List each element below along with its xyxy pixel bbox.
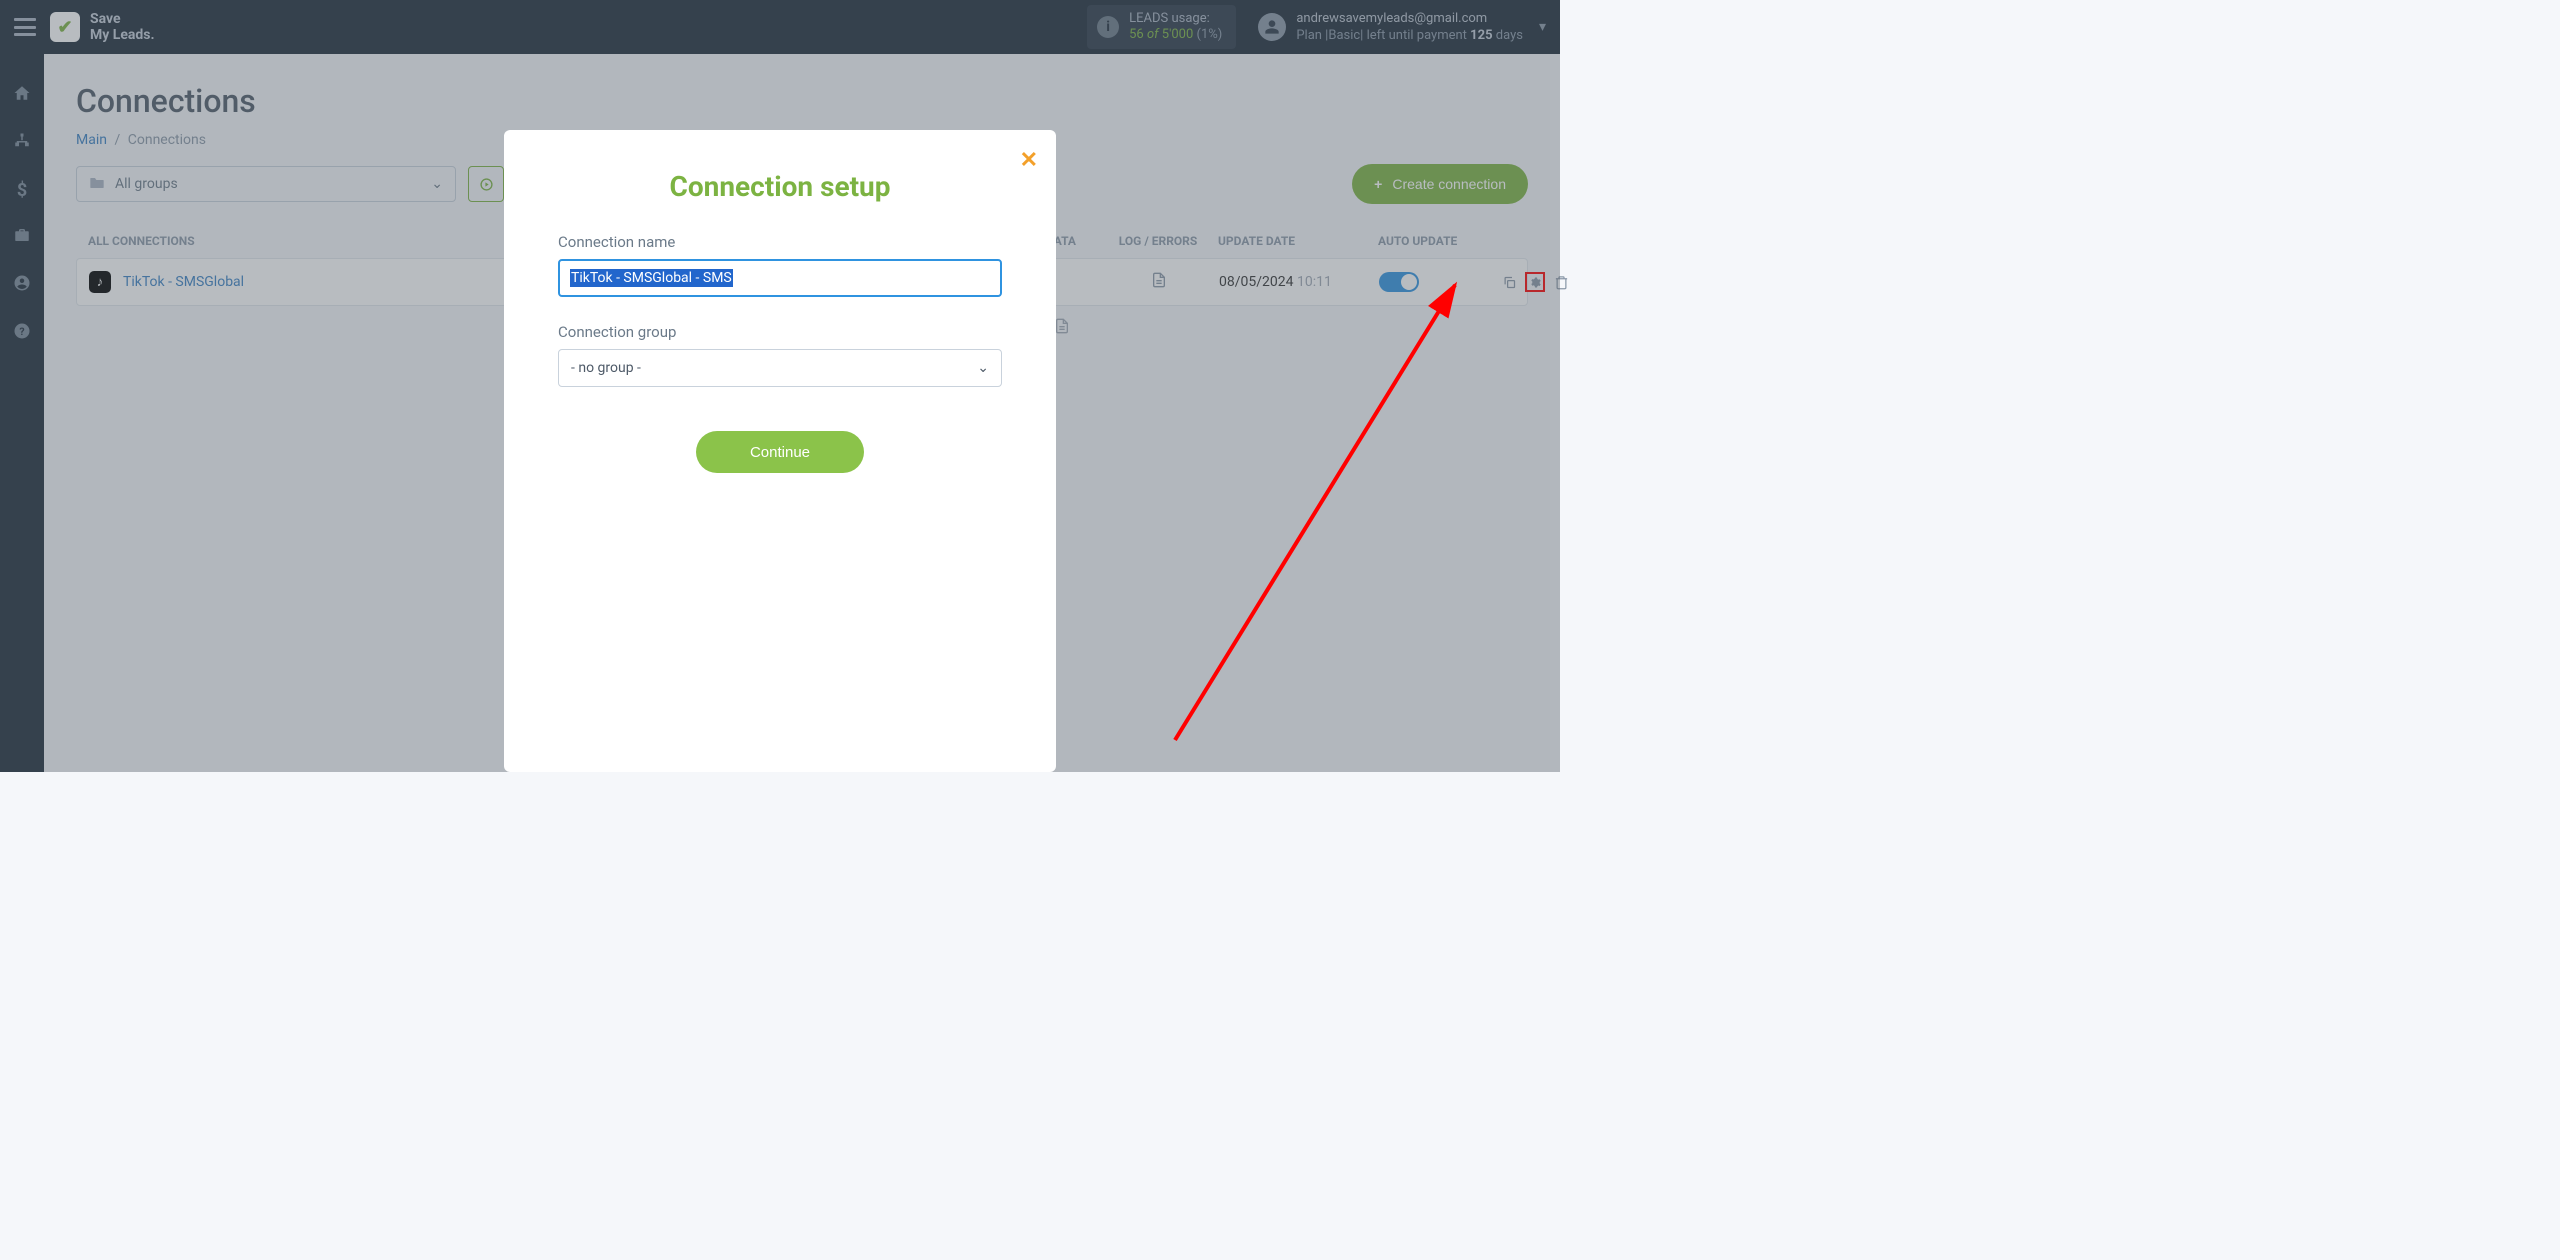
connection-name-input[interactable]: TikTok - SMSGlobal - SMS [558, 259, 1002, 297]
connection-name-label: Connection name [558, 233, 1002, 251]
close-icon[interactable]: ✕ [1020, 148, 1038, 173]
continue-button[interactable]: Continue [696, 431, 864, 473]
connection-group-select[interactable]: - no group - ⌄ [558, 349, 1002, 387]
chevron-down-icon: ⌄ [977, 360, 989, 376]
connection-group-label: Connection group [558, 323, 1002, 341]
modal-overlay: ✕ Connection setup Connection name TikTo… [0, 0, 1560, 772]
connection-setup-modal: ✕ Connection setup Connection name TikTo… [504, 130, 1056, 772]
modal-title: Connection setup [558, 170, 1002, 203]
